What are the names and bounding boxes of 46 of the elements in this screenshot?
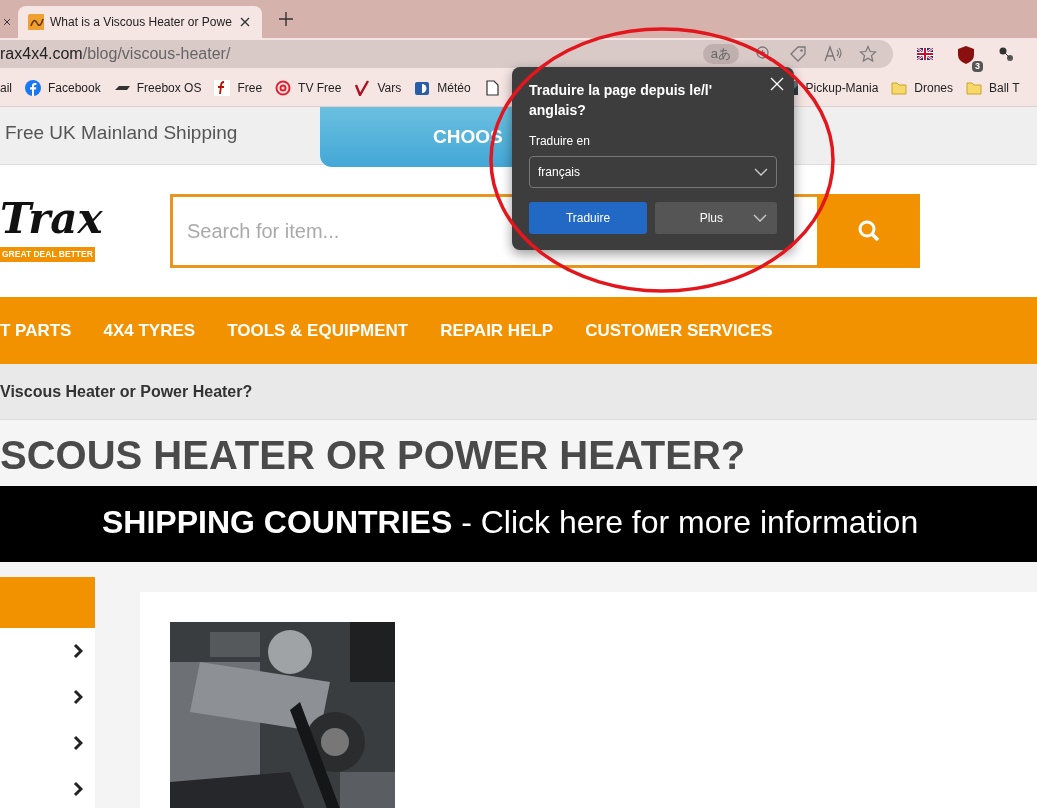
folder-icon: [891, 80, 908, 96]
star-icon[interactable]: [859, 45, 877, 63]
field-label: Traduire en: [529, 134, 590, 149]
bookmark-item[interactable]: TV Free: [275, 79, 342, 97]
chevron-down-icon: [753, 214, 767, 223]
close-icon: [770, 77, 784, 91]
page-title: SCOUS HEATER OR POWER HEATER?: [0, 433, 746, 477]
translate-button[interactable]: Traduire: [529, 202, 647, 235]
site-favicon-icon: [28, 14, 44, 30]
logo-wordmark: Trax: [0, 198, 104, 240]
breadcrumb-link[interactable]: Viscous Heater or Power Heater?: [0, 383, 253, 400]
bookmark-item[interactable]: Drones: [891, 79, 953, 97]
bookmark-item[interactable]: Freebox OS: [113, 79, 202, 97]
bookmark-item[interactable]: Free: [214, 79, 263, 97]
read-aloud-icon[interactable]: [823, 45, 843, 63]
half-moon-icon: [414, 80, 431, 96]
letter-f-icon: [214, 80, 231, 96]
chevron-right-icon[interactable]: [73, 689, 83, 705]
search-icon: [856, 219, 881, 243]
bookmark-item[interactable]: Météo: [414, 79, 471, 97]
chevron-right-icon[interactable]: [73, 735, 83, 751]
facebook-icon: [25, 80, 41, 96]
logo-tagline: GREAT DEAL BETTER: [0, 247, 95, 262]
chevron-down-icon: [754, 168, 768, 177]
new-tab-icon[interactable]: [277, 10, 294, 27]
bookmark-item[interactable]: Ball T: [966, 79, 1020, 97]
address-field[interactable]: rax4x4.com/blog/viscous-heater/: [0, 42, 231, 66]
tab-title: What is a Viscous Heater or Powe: [50, 14, 232, 31]
bookmark-item[interactable]: Vars: [354, 79, 402, 97]
browser-tab[interactable]: What is a Viscous Heater or Powe: [18, 6, 262, 38]
language-select[interactable]: français: [529, 156, 777, 189]
bookmark-item[interactable]: Facebook: [25, 79, 101, 97]
extension-badge: 3: [972, 61, 983, 72]
checkmark-icon: [354, 80, 371, 96]
tag-icon[interactable]: [789, 45, 807, 63]
folder-icon: [966, 80, 982, 96]
shield-icon[interactable]: [957, 44, 975, 65]
close-button[interactable]: [770, 77, 784, 91]
page-icon[interactable]: [483, 80, 500, 96]
molecule-icon[interactable]: [999, 46, 1013, 62]
chevron-right-icon[interactable]: [73, 643, 83, 659]
flag-icon[interactable]: [917, 48, 933, 60]
more-button[interactable]: Plus: [655, 202, 777, 235]
bookmark-item[interactable]: ail: [0, 79, 12, 97]
shipping-note: Free UK Mainland Shipping: [4, 121, 239, 145]
chevron-right-icon[interactable]: [73, 781, 83, 797]
